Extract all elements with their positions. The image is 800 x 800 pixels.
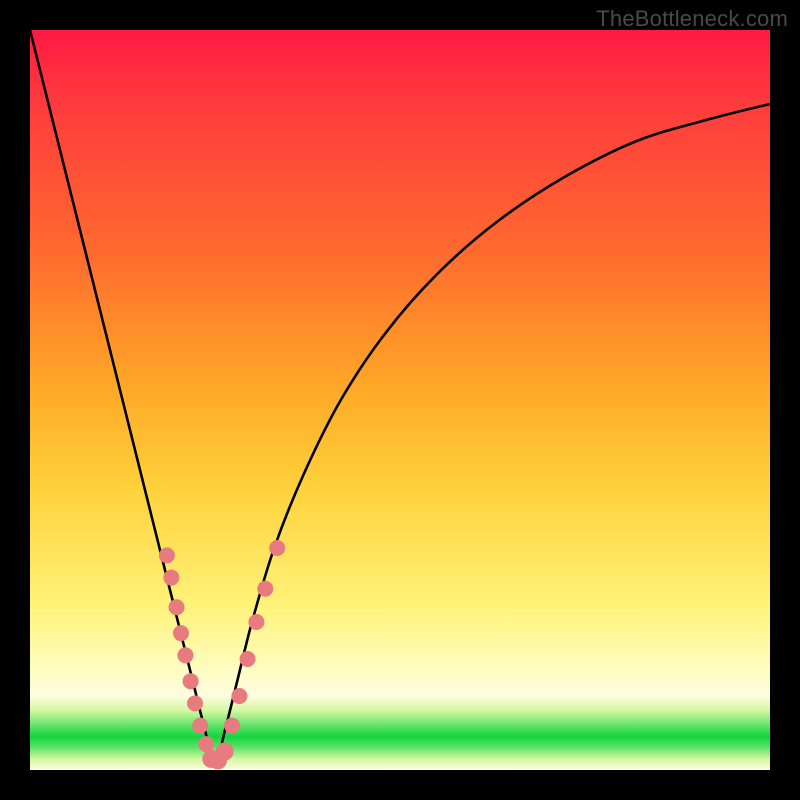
sample-point — [173, 625, 189, 641]
sample-point — [248, 614, 264, 630]
sample-point — [198, 736, 214, 752]
sample-point — [269, 540, 285, 556]
sample-point — [187, 695, 203, 711]
sample-point — [231, 688, 247, 704]
watermark-text: TheBottleneck.com — [596, 6, 788, 32]
sample-point — [216, 743, 234, 761]
plot-area — [30, 30, 770, 770]
sample-point — [163, 570, 179, 586]
sample-point — [257, 581, 273, 597]
sample-point — [192, 718, 208, 734]
chart-svg — [30, 30, 770, 770]
bottleneck-curve — [30, 30, 770, 763]
sample-point — [224, 718, 240, 734]
sample-point — [183, 673, 199, 689]
sample-point — [159, 547, 175, 563]
sample-point — [240, 651, 256, 667]
chart-frame: TheBottleneck.com — [0, 0, 800, 800]
sample-point — [177, 647, 193, 663]
sample-point — [169, 599, 185, 615]
